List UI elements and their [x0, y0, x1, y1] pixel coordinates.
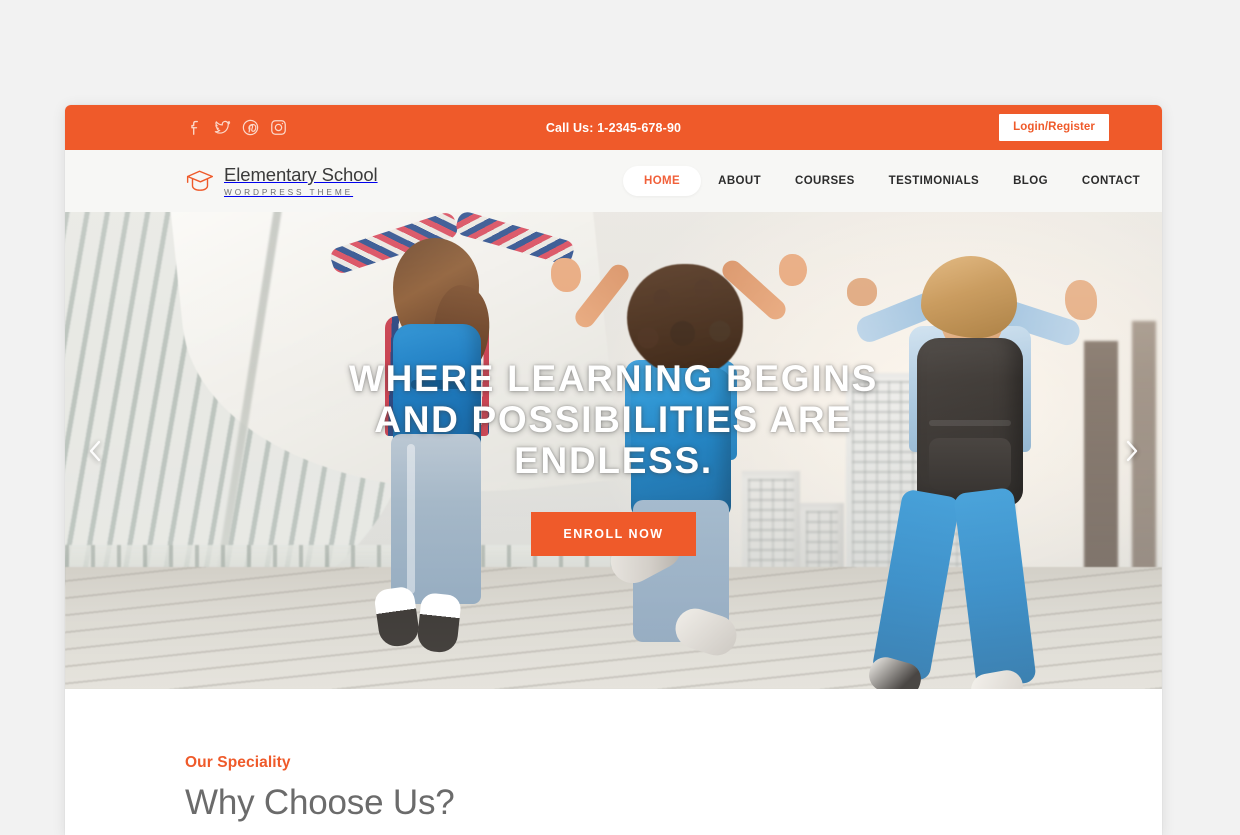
chevron-right-icon[interactable]	[1115, 434, 1149, 468]
hero-heading-line-1: WHERE LEARNING BEGINS	[348, 358, 879, 399]
nav-item-courses[interactable]: COURSES	[778, 166, 872, 196]
hero-content: WHERE LEARNING BEGINS AND POSSIBILITIES …	[65, 358, 1162, 556]
site-header: Elementary School WORDPRESS THEME HOME A…	[65, 150, 1162, 212]
section-eyebrow: Our Speciality	[185, 754, 291, 771]
nav-item-testimonials[interactable]: TESTIMONIALS	[872, 166, 996, 196]
nav-item-contact[interactable]: CONTACT	[1065, 166, 1157, 196]
hero-slider: WHERE LEARNING BEGINS AND POSSIBILITIES …	[65, 212, 1162, 689]
login-register-button[interactable]: Login/Register	[999, 114, 1109, 141]
hero-heading: WHERE LEARNING BEGINS AND POSSIBILITIES …	[264, 358, 964, 481]
site-logo[interactable]: Elementary School WORDPRESS THEME	[185, 166, 378, 196]
enroll-now-button[interactable]: ENROLL NOW	[531, 512, 696, 556]
brand-name: Elementary School	[224, 164, 378, 186]
main-navigation: HOME ABOUT COURSES TESTIMONIALS BLOG CON…	[623, 166, 1162, 196]
hero-heading-line-2: AND POSSIBILITIES ARE	[374, 399, 853, 440]
chevron-left-icon[interactable]	[78, 434, 112, 468]
section-heading: Why Choose Us?	[185, 783, 455, 822]
graduation-cap-icon	[185, 167, 215, 194]
nav-item-blog[interactable]: BLOG	[996, 166, 1065, 196]
top-utility-bar: Call Us: 1-2345-678-90 Login/Register	[65, 105, 1162, 150]
brand-tagline: WORDPRESS THEME	[224, 186, 354, 197]
nav-item-home[interactable]: HOME	[623, 166, 702, 196]
speciality-section: Our Speciality Why Choose Us?	[65, 689, 1162, 823]
website-preview-card: Call Us: 1-2345-678-90 Login/Register El…	[65, 105, 1162, 835]
hero-heading-line-3: ENDLESS.	[514, 440, 713, 481]
nav-item-about[interactable]: ABOUT	[701, 166, 778, 196]
phone-number: Call Us: 1-2345-678-90	[545, 120, 682, 135]
